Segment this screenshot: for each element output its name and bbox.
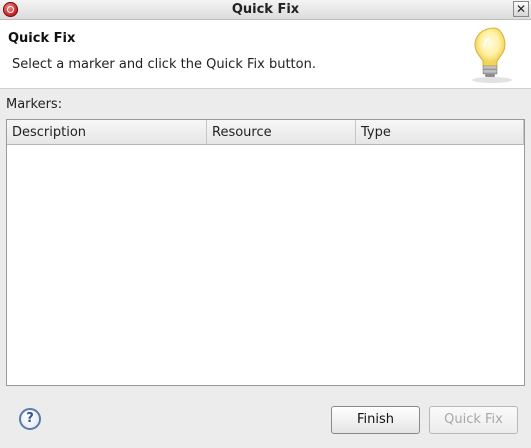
quick-fix-button[interactable]: Quick Fix <box>429 406 518 434</box>
help-icon[interactable]: ? <box>19 408 41 430</box>
table-body[interactable] <box>7 145 524 385</box>
finish-button[interactable]: Finish <box>331 406 420 434</box>
column-header-type[interactable]: Type <box>356 120 524 144</box>
table-header: Description Resource Type <box>7 120 524 145</box>
column-header-resource[interactable]: Resource <box>207 120 356 144</box>
lightbulb-icon <box>472 27 512 83</box>
dialog-header: Quick Fix Select a marker and click the … <box>0 20 531 89</box>
quick-fix-dialog: Quick Fix ✕ Quick Fix Select a marker an… <box>0 0 531 448</box>
markers-table[interactable]: Description Resource Type <box>6 119 525 386</box>
markers-label: Markers: <box>6 97 63 112</box>
header-title: Quick Fix <box>8 31 76 46</box>
column-header-description[interactable]: Description <box>7 120 207 144</box>
close-button[interactable]: ✕ <box>513 1 529 17</box>
header-description: Select a marker and click the Quick Fix … <box>12 57 316 72</box>
window-title: Quick Fix <box>231 2 300 17</box>
title-bar[interactable]: Quick Fix ✕ <box>0 0 531 20</box>
